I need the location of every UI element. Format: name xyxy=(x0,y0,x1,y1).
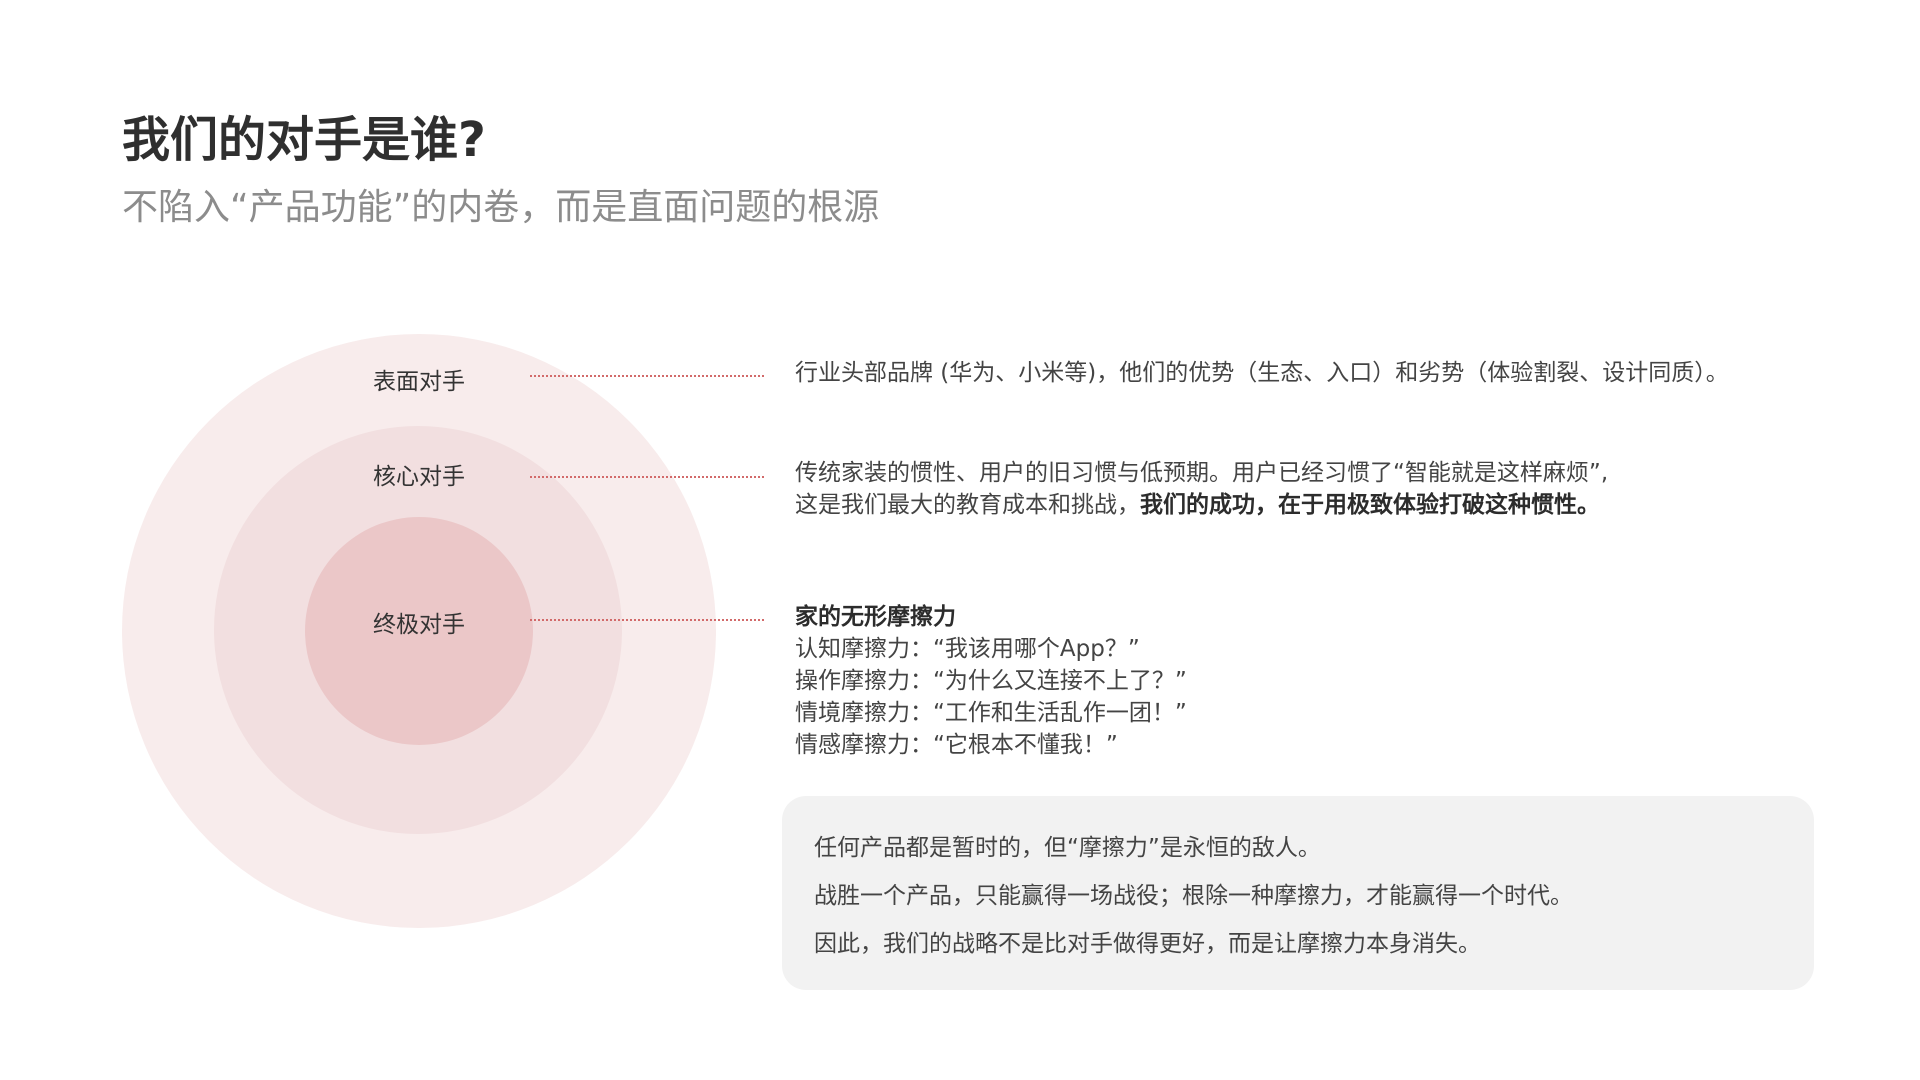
description-core-line-2: 这是我们最大的教育成本和挑战，我们的成功，在于用极致体验打破这种惯性。 xyxy=(795,489,1608,521)
friction-heading: 家的无形摩擦力 xyxy=(795,604,956,630)
friction-item-cognitive: 认知摩擦力：“我该用哪个App？” xyxy=(795,636,1140,662)
friction-item-emotion: 情感摩擦力：“它根本不懂我！” xyxy=(795,732,1118,758)
friction-item-operation: 操作摩擦力：“为什么又连接不上了？” xyxy=(795,668,1187,694)
description-core-line-1: 传统家装的惯性、用户的旧习惯与低预期。用户已经习惯了“智能就是这样麻烦”, xyxy=(795,460,1609,486)
page-subtitle: 不陷入“产品功能”的内卷，而是直面问题的根源 xyxy=(122,187,880,228)
page-title: 我们的对手是谁? xyxy=(122,112,486,168)
description-core-line-2-bold: 我们的成功，在于用极致体验打破这种惯性。 xyxy=(1140,492,1600,518)
description-ultimate: 家的无形摩擦力 认知摩擦力：“我该用哪个App？” 操作摩擦力：“为什么又连接不… xyxy=(795,601,1187,761)
friction-item-context: 情境摩擦力：“工作和生活乱作一团！” xyxy=(795,700,1187,726)
connector-line-surface xyxy=(530,375,764,377)
description-core-line-2-normal: 这是我们最大的教育成本和挑战， xyxy=(795,492,1140,518)
conclusion-line-2: 战胜一个产品，只能赢得一场战役；根除一种摩擦力，才能赢得一个时代。 xyxy=(814,883,1573,909)
description-surface-line: 行业头部品牌 (华为、小米等)，他们的优势（生态、入口）和劣势（体验割裂、设计同… xyxy=(795,360,1729,386)
conclusion-box: 任何产品都是暂时的，但“摩擦力”是永恒的敌人。 战胜一个产品，只能赢得一场战役；… xyxy=(782,796,1814,990)
ring-label-surface: 表面对手 xyxy=(373,369,465,395)
connector-line-core xyxy=(530,476,764,478)
description-core: 传统家装的惯性、用户的旧习惯与低预期。用户已经习惯了“智能就是这样麻烦”, 这是… xyxy=(795,457,1608,521)
ring-label-core: 核心对手 xyxy=(373,464,465,490)
connector-line-ultimate xyxy=(530,619,764,621)
conclusion-line-1: 任何产品都是暂时的，但“摩擦力”是永恒的敌人。 xyxy=(814,835,1321,861)
conclusion-line-3: 因此，我们的战略不是比对手做得更好，而是让摩擦力本身消失。 xyxy=(814,931,1481,957)
description-surface: 行业头部品牌 (华为、小米等)，他们的优势（生态、入口）和劣势（体验割裂、设计同… xyxy=(795,357,1729,389)
ring-label-ultimate: 终极对手 xyxy=(373,612,465,638)
